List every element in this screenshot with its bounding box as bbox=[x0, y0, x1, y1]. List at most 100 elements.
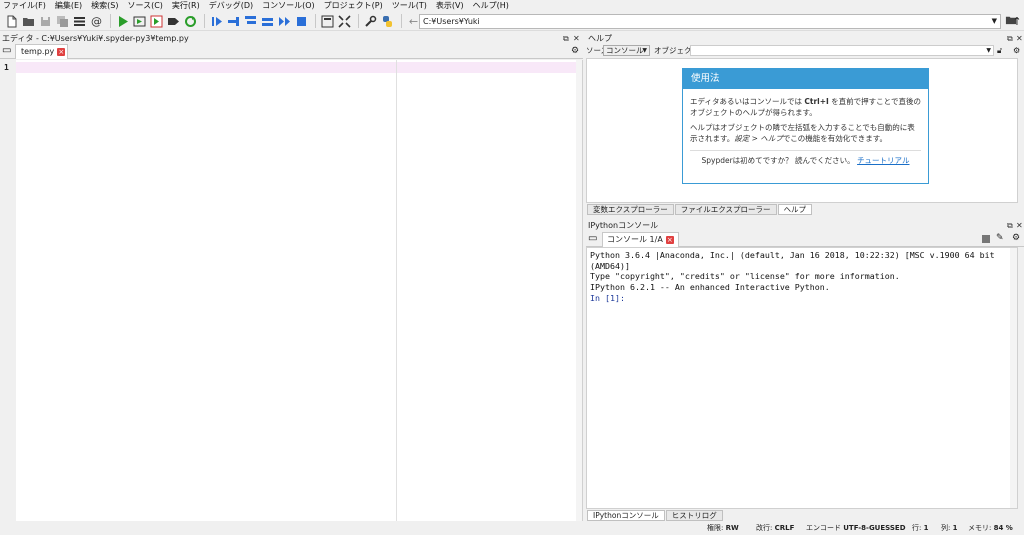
working-directory-value: C:¥Users¥Yuki bbox=[423, 17, 480, 26]
rerun-icon[interactable] bbox=[183, 14, 198, 29]
tab-console-1[interactable]: コンソール 1/A × bbox=[602, 232, 679, 247]
divider bbox=[690, 150, 921, 151]
permissions-status: 権限: RW bbox=[707, 522, 739, 535]
help-bottom-tabs: 変数エクスプローラー ファイルエクスプローラー ヘルプ bbox=[587, 204, 813, 215]
run-cell-advance-icon[interactable] bbox=[149, 14, 164, 29]
continue-icon[interactable] bbox=[277, 14, 292, 29]
eol-status: 改行: CRLF bbox=[756, 522, 794, 535]
undock-icon[interactable]: ⧉ bbox=[563, 33, 569, 44]
run-icon[interactable] bbox=[115, 14, 130, 29]
editor-scrollbar[interactable] bbox=[576, 60, 582, 521]
step-into-icon[interactable] bbox=[243, 14, 258, 29]
menu-projects[interactable]: プロジェクト(P) bbox=[324, 0, 383, 11]
step-icon[interactable] bbox=[226, 14, 241, 29]
console-scrollbar[interactable] bbox=[1010, 248, 1017, 508]
help-title-text: ヘルプ bbox=[588, 34, 612, 43]
tab-ipython-console[interactable]: IPythonコンソール bbox=[587, 510, 665, 521]
browse-tabs-icon[interactable]: ▭ bbox=[2, 45, 11, 56]
close-tab-icon[interactable]: × bbox=[57, 47, 66, 56]
gear-icon[interactable]: ⚙ bbox=[571, 46, 579, 56]
ipython-console[interactable]: Python 3.6.4 |Anaconda, Inc.| (default, … bbox=[586, 247, 1018, 509]
undock-icon[interactable]: ⧉ bbox=[1007, 220, 1013, 231]
tab-variable-explorer[interactable]: 変数エクスプローラー bbox=[587, 204, 674, 215]
object-input[interactable]: ▼ bbox=[690, 45, 994, 56]
menubar: ファイル(F) 編集(E) 検索(S) ソース(C) 実行(R) デバッグ(D)… bbox=[0, 0, 1024, 11]
console-output-line: Python 3.6.4 |Anaconda, Inc.| (default, … bbox=[590, 250, 995, 260]
tutorial-link[interactable]: チュートリアル bbox=[857, 156, 909, 165]
console-tabbar: ▭ コンソール 1/A × ✎ ⚙ bbox=[586, 232, 1024, 247]
wrench-icon[interactable] bbox=[363, 14, 378, 29]
chevron-down-icon: ▼ bbox=[642, 47, 647, 54]
menu-view[interactable]: 表示(V) bbox=[436, 0, 464, 11]
toolbar-separator bbox=[358, 14, 359, 28]
close-icon[interactable]: ✕ bbox=[1016, 220, 1023, 231]
menu-help[interactable]: ヘルプ(H) bbox=[473, 0, 509, 11]
browse-tabs-icon[interactable]: ▭ bbox=[588, 233, 597, 244]
parent-dir-arrow-icon[interactable]: ↑ bbox=[1010, 14, 1024, 29]
help-pane-title: ヘルプ ⧉ ✕ bbox=[586, 33, 1024, 44]
help-content: 使用法 エディタあるいはコンソールでは Ctrl+I を直前で押すことで直後のオ… bbox=[586, 58, 1018, 203]
line-number-gutter: 1 bbox=[0, 60, 16, 521]
menu-search[interactable]: 検索(S) bbox=[91, 0, 118, 11]
debug-icon[interactable] bbox=[209, 14, 224, 29]
undock-icon[interactable]: ⧉ bbox=[1007, 33, 1013, 44]
close-icon[interactable]: ✕ bbox=[1016, 33, 1023, 44]
eraser-icon[interactable]: ✎ bbox=[996, 233, 1004, 243]
tutorial-text: Spypderは初めてですか？ 読んでください。 bbox=[701, 156, 855, 165]
menu-run[interactable]: 実行(R) bbox=[172, 0, 200, 11]
menu-console[interactable]: コンソール(O) bbox=[262, 0, 315, 11]
menu-debug[interactable]: デバッグ(D) bbox=[209, 0, 253, 11]
status-value: 1 bbox=[923, 524, 929, 532]
tab-history-log[interactable]: ヒストリログ bbox=[665, 510, 723, 521]
stop-icon[interactable] bbox=[294, 14, 309, 29]
code-editor[interactable]: 1 bbox=[0, 60, 583, 521]
editor-title-text: エディタ - C:¥Users¥Yuki¥.spyder-py3¥temp.py bbox=[2, 34, 189, 43]
tab-label: コンソール 1/A bbox=[607, 235, 663, 244]
menu-edit[interactable]: 編集(E) bbox=[55, 0, 82, 11]
close-tab-icon[interactable]: × bbox=[665, 235, 674, 244]
statusbar: 権限: RW 改行: CRLF エンコード UTF-8-GUESSED 行: 1… bbox=[0, 522, 1024, 535]
gear-icon[interactable]: ⚙ bbox=[1012, 233, 1020, 243]
status-label: エンコード bbox=[806, 524, 841, 532]
usage-text: エディタあるいはコンソールでは bbox=[690, 97, 805, 106]
working-directory-input[interactable]: C:¥Users¥Yuki ▼ bbox=[419, 14, 1001, 29]
maximize-pane-icon[interactable] bbox=[320, 14, 335, 29]
step-return-icon[interactable] bbox=[260, 14, 275, 29]
menu-file[interactable]: ファイル(F) bbox=[3, 0, 46, 11]
memory-status: メモリ: 84 % bbox=[968, 522, 1013, 535]
run-selection-icon[interactable] bbox=[166, 14, 181, 29]
new-file-icon[interactable] bbox=[4, 14, 19, 29]
toolbar-separator bbox=[401, 14, 402, 28]
lock-icon[interactable]: 🔓︎ bbox=[997, 44, 1002, 57]
source-select[interactable]: コンソール ▼ bbox=[603, 45, 650, 56]
line-status: 行: 1 bbox=[912, 522, 928, 535]
list-icon[interactable] bbox=[72, 14, 87, 29]
tab-file-explorer[interactable]: ファイルエクスプローラー bbox=[674, 204, 777, 215]
status-value: 1 bbox=[952, 524, 958, 532]
chevron-down-icon: ▼ bbox=[986, 47, 991, 54]
menu-source[interactable]: ソース(C) bbox=[127, 0, 162, 11]
at-icon[interactable]: @ bbox=[89, 14, 104, 29]
menu-tools[interactable]: ツール(T) bbox=[392, 0, 427, 11]
console-output-line: (AMD64)] bbox=[590, 260, 630, 271]
python-path-icon[interactable] bbox=[380, 14, 395, 29]
open-folder-icon[interactable] bbox=[21, 14, 36, 29]
encoding-status: エンコード UTF-8-GUESSED bbox=[806, 522, 906, 535]
chevron-down-icon[interactable]: ▼ bbox=[992, 15, 997, 28]
fullscreen-icon[interactable] bbox=[337, 14, 352, 29]
stop-kernel-icon[interactable] bbox=[982, 235, 990, 243]
status-value: RW bbox=[725, 524, 739, 532]
status-value: UTF-8-GUESSED bbox=[843, 524, 906, 532]
save-all-icon[interactable] bbox=[55, 14, 70, 29]
usage-card-title: 使用法 bbox=[683, 69, 928, 89]
tab-temp-py[interactable]: temp.py × bbox=[15, 44, 68, 59]
close-icon[interactable]: ✕ bbox=[573, 33, 580, 44]
usage-paragraph-1: エディタあるいはコンソールでは Ctrl+I を直前で押すことで直後のオブジェク… bbox=[683, 97, 928, 118]
tab-help[interactable]: ヘルプ bbox=[777, 204, 813, 215]
source-select-value: コンソール bbox=[606, 46, 644, 55]
gear-icon[interactable]: ⚙ bbox=[1013, 44, 1020, 57]
console-pane-title: IPythonコンソール ⧉ ✕ bbox=[586, 220, 1024, 231]
save-icon[interactable] bbox=[38, 14, 53, 29]
toolbar-separator bbox=[315, 14, 316, 28]
run-cell-icon[interactable] bbox=[132, 14, 147, 29]
